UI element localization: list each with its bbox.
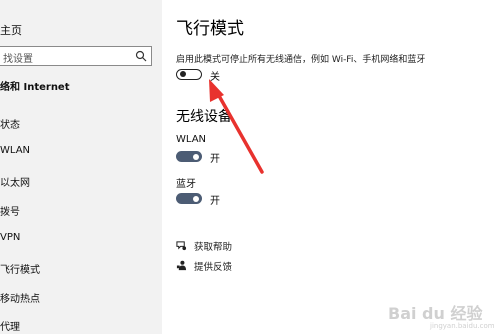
feedback-person-icon [176,260,187,271]
watermark-logo: Bai du 经验 [388,304,483,323]
sidebar-item-ethernet[interactable]: 以太网 [0,174,30,189]
sidebar-item-status[interactable]: 状态 [0,116,20,131]
sidebar-item-mobile-hotspot[interactable]: 移动热点 [0,290,40,305]
sidebar-item-proxy[interactable]: 代理 [0,318,20,333]
search-icon[interactable] [135,50,147,62]
sidebar-item-wlan[interactable]: WLAN [0,145,30,156]
airplane-mode-toggle[interactable] [176,69,202,80]
bluetooth-state: 开 [210,196,220,207]
toggle-knob [180,71,186,77]
sidebar-item-vpn[interactable]: VPN [0,232,20,243]
sidebar-item-airplane-mode[interactable]: 飞行模式 [0,261,40,276]
watermark-url: jingyan.baidu.com [430,322,495,330]
get-help-link[interactable]: 获取帮助 [194,239,232,253]
toggle-knob [193,195,199,202]
sidebar-section-title: 络和 Internet [0,82,70,93]
help-chat-icon [176,241,187,251]
wlan-state: 开 [210,154,220,165]
sidebar-home-link[interactable]: 主页 [0,22,22,38]
search-input[interactable]: 找设置 [3,50,33,65]
wireless-devices-heading: 无线设备 [176,109,232,125]
toggle-knob [193,153,199,160]
airplane-mode-state: 关 [210,72,220,83]
airplane-mode-description: 启用此模式可停止所有无线通信，例如 Wi-Fi、手机网络和蓝牙 [176,55,426,65]
bluetooth-label: 蓝牙 [176,179,196,190]
bluetooth-toggle[interactable] [176,193,202,204]
give-feedback-link[interactable]: 提供反馈 [194,259,232,273]
page-title: 飞行模式 [176,19,244,39]
sidebar-item-dialup[interactable]: 拨号 [0,203,20,218]
wlan-label: WLAN [176,134,207,145]
settings-main-panel: 飞行模式 启用此模式可停止所有无线通信，例如 Wi-Fi、手机网络和蓝牙 关 无… [162,0,500,334]
wlan-toggle[interactable] [176,151,202,162]
settings-sidebar: 主页 找设置 络和 Internet 状态 WLAN 以太网 拨号 VPN 飞行… [0,0,162,334]
settings-search-box[interactable]: 找设置 [0,46,152,66]
